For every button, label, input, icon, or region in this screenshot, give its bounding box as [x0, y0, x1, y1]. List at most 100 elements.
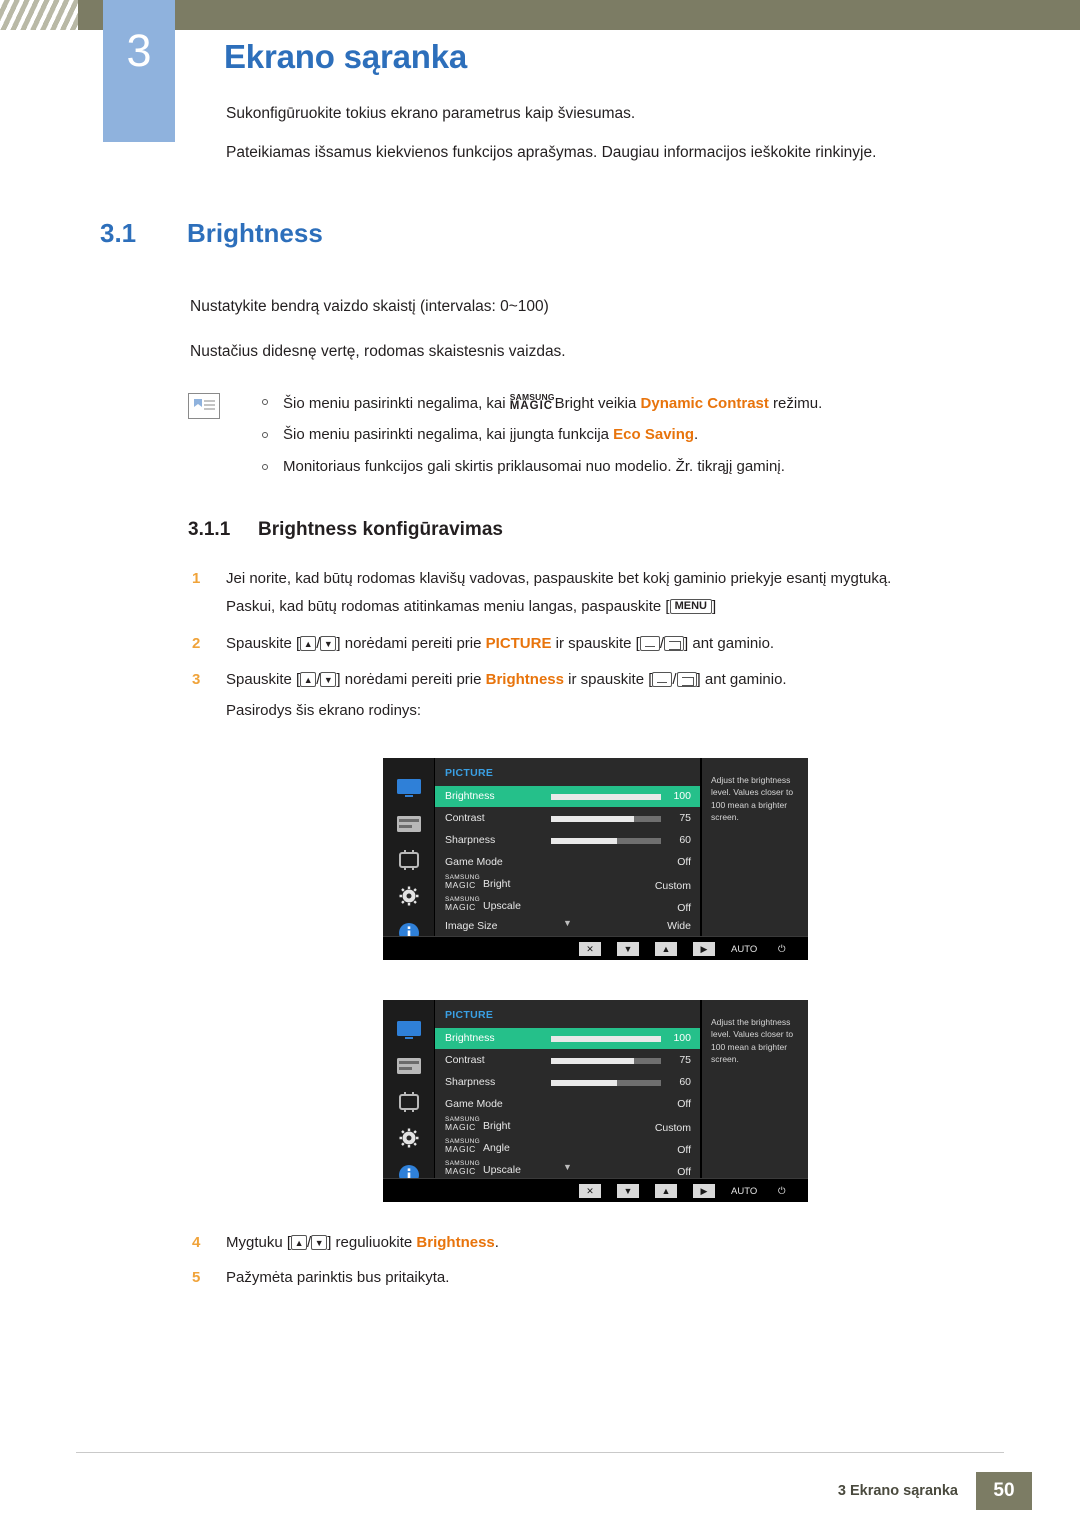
osd-row-value: Off [677, 1098, 691, 1110]
system-setup-icon[interactable] [396, 850, 422, 870]
step-1-number: 1 [192, 570, 201, 587]
footer-page-number: 50 [976, 1472, 1032, 1510]
return-key-icon [664, 635, 685, 651]
osd-row-label: Sharpness [445, 834, 496, 846]
down-arrow-key-icon: ▼ [311, 1234, 328, 1250]
note-item: Monitoriaus funkcijos gali skirtis prikl… [245, 457, 1035, 477]
osd-footer-bar: ✕ ▼ ▲ ▶ AUTO ⏻ [383, 936, 808, 960]
osd-row-value: Custom [654, 880, 691, 892]
step-2-number: 2 [192, 635, 201, 652]
osd-row-value: 60 [679, 834, 691, 846]
step-2-text-d: ir spauskite [ [551, 635, 640, 652]
osd-row-label: Contrast [445, 812, 485, 824]
osd-row-game-mode[interactable]: Game Mode Off [435, 1094, 700, 1115]
power-icon[interactable]: ⏻ [778, 944, 786, 955]
osd-auto-label[interactable]: AUTO [731, 944, 757, 955]
osd-close-button[interactable]: ✕ [579, 942, 601, 956]
header-intro-line-2: Pateikiamas išsamus kiekvienos funkcijos… [226, 144, 877, 161]
setup-gear-icon[interactable] [396, 1128, 422, 1148]
osd-row-value: 60 [679, 1076, 691, 1088]
picture-icon[interactable] [396, 1020, 422, 1040]
subsection-title: Brightness konfigūravimas [258, 519, 503, 540]
osd-down-button[interactable]: ▼ [617, 1184, 639, 1198]
onscreen-display-icon[interactable] [396, 814, 422, 834]
enter-key-icon [652, 671, 673, 687]
osd-down-button[interactable]: ▼ [617, 942, 639, 956]
step-3-text-a: Spauskite [ [226, 671, 301, 688]
onscreen-display-icon[interactable] [396, 1056, 422, 1076]
note-item: Šio meniu pasirinkti negalima, kai įjung… [245, 425, 1035, 445]
step-2-highlight: PICTURE [485, 635, 552, 652]
note-text-pre: Monitoriaus funkcijos gali skirtis prikl… [283, 457, 785, 475]
osd-row-magicbright-value: Custom [435, 876, 700, 897]
osd-up-button[interactable]: ▲ [655, 1184, 677, 1198]
note-highlight: Eco Saving [613, 426, 695, 444]
osd-row-value: 100 [673, 1032, 691, 1044]
note-item: Šio meniu pasirinkti negalima, kai SAMSU… [245, 392, 1035, 414]
section-paragraph-1: Nustatykite bendrą vaizdo skaistį (inter… [190, 298, 549, 315]
step-4-text-a: Mygtuku [ [226, 1234, 292, 1251]
chapter-number: 3 [126, 25, 152, 76]
osd-row-value: Wide [667, 920, 691, 932]
osd-row-value: 75 [679, 812, 691, 824]
note-text-tail: režimu. [768, 395, 823, 412]
osd-row-brightness[interactable]: Brightness 100 [435, 1028, 700, 1049]
step-3-text-f: ] ant gaminio. [696, 671, 787, 688]
footer-chapter-label: 3 Ekrano sąranka [837, 1483, 958, 1499]
page-header: 3 Ekrano sąranka Sukonfigūruokite tokius… [0, 0, 1080, 161]
osd-enter-button[interactable]: ▶ [693, 1184, 715, 1198]
osd-help-panel: Adjust the brightness level. Values clos… [701, 1000, 808, 1178]
osd-row-label: Brightness [445, 790, 495, 802]
osd-row-game-mode[interactable]: Game Mode Off [435, 852, 700, 873]
osd-row-bar [551, 1036, 661, 1042]
note-list: Šio meniu pasirinkti negalima, kai SAMSU… [245, 392, 1035, 488]
osd-row-bar [551, 1080, 661, 1086]
step-1-line-1: Jei norite, kad būtų rodomas klavišų vad… [226, 570, 892, 587]
osd-row-label: Game Mode [445, 856, 503, 868]
bullet-icon [262, 463, 268, 470]
power-icon[interactable]: ⏻ [778, 1186, 786, 1197]
step-3-slash-2: / [672, 671, 677, 688]
note-text-tail: . [694, 426, 699, 444]
step-2-text: Spauskite [▲ / ▼] norėdami pereiti prie PI… [226, 635, 774, 652]
up-arrow-key-icon: ▲ [300, 635, 317, 651]
osd-menu-panel: PICTURE Brightness 100 Contrast 75 Sharp… [435, 1000, 700, 1178]
osd-row-value: Off [677, 856, 691, 868]
osd-close-button[interactable]: ✕ [579, 1184, 601, 1198]
bullet-icon [262, 432, 268, 439]
osd-row-bar [551, 816, 661, 822]
osd-row-bar [551, 1058, 661, 1064]
osd-enter-button[interactable]: ▶ [693, 942, 715, 956]
note-text-plain: veikia [593, 395, 641, 412]
osd-auto-label[interactable]: AUTO [731, 1186, 757, 1197]
osd-row-label: Brightness [445, 1032, 495, 1044]
menu-key-icon: MENU [669, 598, 712, 614]
osd-row-brightness[interactable]: Brightness 100 [435, 786, 700, 807]
note-text-pre: Šio meniu pasirinkti negalima, kai [283, 395, 510, 412]
step-2-text-a: Spauskite [ [226, 635, 301, 652]
osd-row-value: 100 [673, 790, 691, 802]
step-3-highlight: Brightness [485, 671, 564, 688]
osd-row-contrast[interactable]: Contrast 75 [435, 1050, 700, 1071]
osd-row-sharpness[interactable]: Sharpness 60 [435, 830, 700, 851]
setup-gear-icon[interactable] [396, 886, 422, 906]
note-text-pre: Šio meniu pasirinkti negalima, kai įjung… [283, 426, 614, 444]
osd-row-sharpness[interactable]: Sharpness 60 [435, 1072, 700, 1093]
picture-icon[interactable] [396, 778, 422, 798]
osd-row-value: Custom [654, 1122, 691, 1134]
osd-row-value: Off [677, 1166, 691, 1178]
step-4-text-c: ] reguliuokite [327, 1234, 417, 1251]
system-setup-icon[interactable] [396, 1092, 422, 1112]
step-4-highlight: Brightness [416, 1234, 495, 1251]
up-arrow-key-icon: ▲ [300, 671, 317, 687]
osd-row-value: Off [677, 1144, 691, 1156]
osd-menu-title: PICTURE [445, 1009, 494, 1021]
osd-row-label: Contrast [445, 1054, 485, 1066]
note-text-mid: Bright [554, 395, 594, 412]
step-1-text-b: ] [711, 598, 717, 615]
osd-row-contrast[interactable]: Contrast 75 [435, 808, 700, 829]
step-3-text-c: ] norėdami pereiti prie [336, 671, 486, 688]
osd-up-button[interactable]: ▲ [655, 942, 677, 956]
osd-row-label: Image Size [445, 920, 498, 932]
osd-help-panel: Adjust the brightness level. Values clos… [701, 758, 808, 936]
